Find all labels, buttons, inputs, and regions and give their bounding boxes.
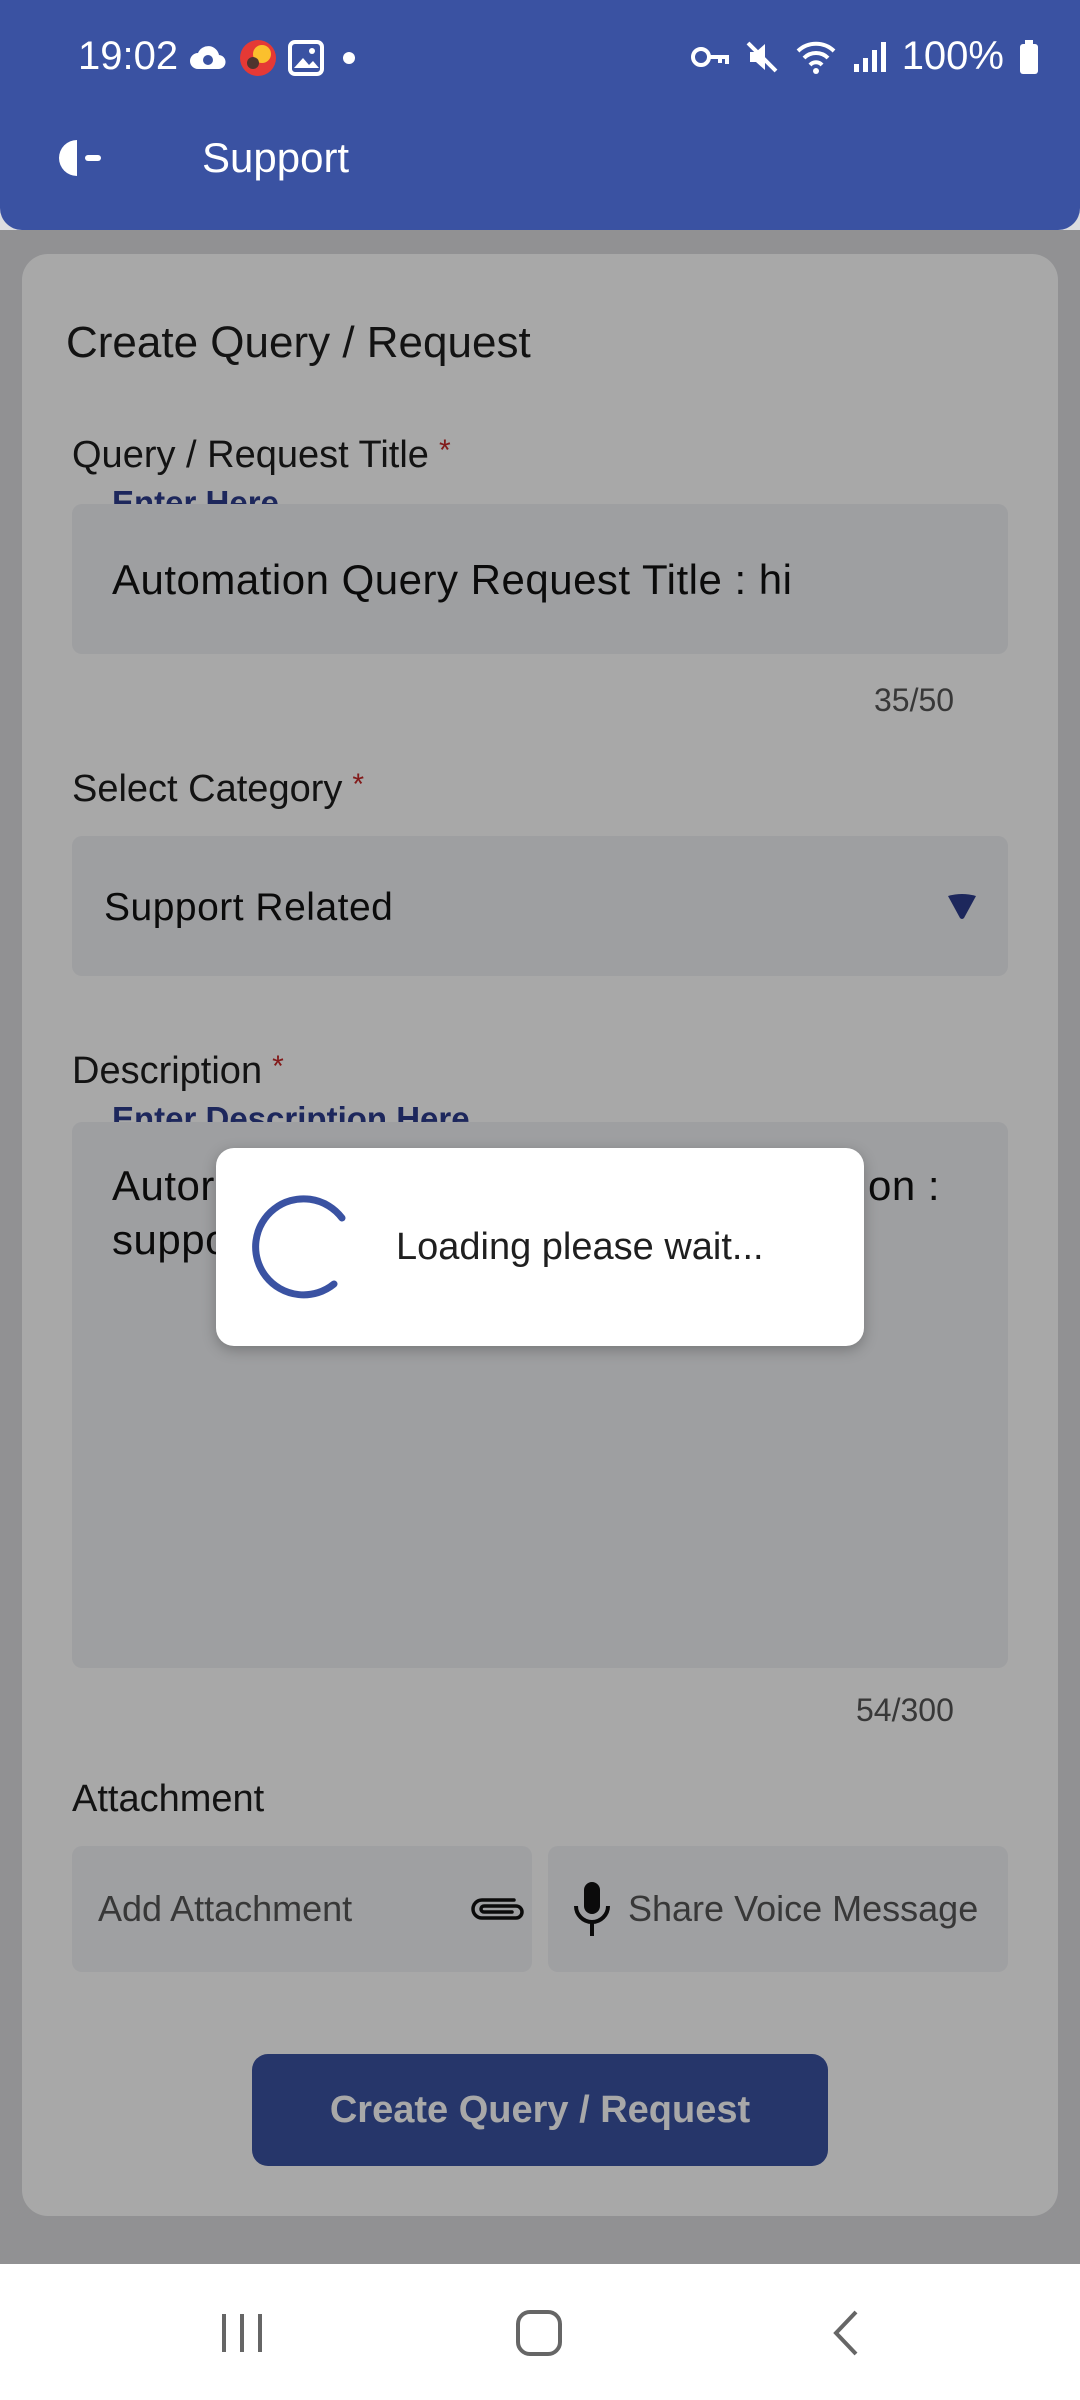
mute-icon [746,41,778,72]
dot-icon [343,52,355,64]
back-arrow-icon [59,140,101,176]
battery-percent: 100% [901,34,1004,78]
status-time: 19:02 [78,34,179,78]
app-bar: 19:02 100% Support [0,0,1080,230]
loading-message: Loading please wait... [396,1226,764,1268]
system-icons: 100% [690,34,1040,79]
page-title: Support [202,134,350,181]
back-nav-icon[interactable] [820,2308,876,2358]
app-notification-icon [240,40,276,76]
cloud-icon [190,46,226,70]
status-bar: 19:02 100% [0,0,1080,120]
gallery-icon [288,40,324,76]
loading-spinner-icon [252,1195,346,1299]
home-icon[interactable] [512,2308,568,2358]
key-icon [690,46,729,67]
wifi-icon [796,41,836,74]
battery-icon [1020,39,1038,74]
system-nav-bar [0,2264,1080,2400]
notification-icons [188,38,364,78]
signal-icon [853,41,886,72]
recent-apps-icon[interactable] [214,2308,270,2358]
back-button[interactable] [44,130,114,186]
loading-dialog: Loading please wait... [216,1148,864,1346]
